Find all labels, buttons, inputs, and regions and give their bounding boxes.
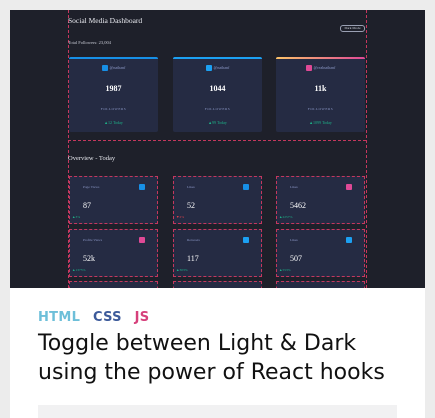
- stat-card: Likes 5462 ▲2257%: [276, 176, 365, 224]
- metric-label: Page Views: [83, 185, 100, 189]
- stat-card: Likes 52 ▼2%: [173, 176, 262, 224]
- card-headline[interactable]: Toggle between Light & Dark using the po…: [38, 329, 418, 387]
- dark-mode-toggle[interactable]: Dark Mode: [340, 25, 365, 32]
- metric-value: 5462: [290, 201, 306, 210]
- accent-stripe: [69, 57, 158, 59]
- stat-card: Likes 507 ▲553%: [276, 229, 365, 277]
- metric-label: Likes: [290, 185, 298, 189]
- guide-line: [366, 10, 367, 288]
- follower-card-instagram: @realnathanf 11k FOLLOWERS ▲1099 Today: [276, 57, 365, 132]
- dashboard-title: Social Media Dashboard: [68, 16, 143, 25]
- stat-card: Page Views 87 ▲3%: [69, 176, 158, 224]
- metric-value: 507: [290, 254, 302, 263]
- facebook-icon: [243, 184, 249, 190]
- accent-stripe: [276, 57, 365, 59]
- stat-card: [69, 281, 158, 288]
- percent-change: ▲1375%: [72, 268, 86, 272]
- metric-label: Likes: [290, 238, 298, 242]
- handle: @nathanf: [173, 65, 262, 72]
- follower-card-twitter: @nathanf 1044 FOLLOWERS ▲99 Today: [173, 57, 262, 132]
- overview-title: Overview - Today: [68, 155, 116, 162]
- metric-label: Retweets: [187, 238, 200, 242]
- tag-html[interactable]: HTML: [38, 310, 80, 325]
- metric-value: 117: [187, 254, 199, 263]
- percent-change: ▲3%: [72, 215, 81, 219]
- percent-change: ▲553%: [279, 268, 291, 272]
- metric-label: Profile Views: [83, 238, 103, 242]
- follower-card-facebook: @nathanf 1987 FOLLOWERS ▲12 Today: [69, 57, 158, 132]
- tag-css[interactable]: CSS: [93, 310, 122, 325]
- project-card[interactable]: Social Media Dashboard Total Followers: …: [10, 10, 425, 418]
- follower-count: 11k: [314, 84, 327, 93]
- followers-label: FOLLOWERS: [204, 107, 231, 111]
- today-delta: ▲99 Today: [208, 120, 227, 125]
- metric-value: 52: [187, 201, 195, 210]
- today-delta: ▲12 Today: [104, 120, 123, 125]
- stat-card: [276, 281, 365, 288]
- metric-label: Likes: [187, 185, 195, 189]
- accent-stripe: [173, 57, 262, 59]
- instagram-icon: [305, 65, 312, 72]
- instagram-icon: [346, 184, 352, 190]
- handle-text: @nathanf: [213, 65, 230, 70]
- handle: @nathanf: [69, 65, 158, 72]
- facebook-icon: [101, 65, 108, 72]
- metric-value: 52k: [83, 254, 95, 263]
- percent-change: ▲303%: [176, 268, 188, 272]
- percent-change: ▲2257%: [279, 215, 293, 219]
- handle-text: @nathanf: [109, 65, 126, 70]
- follower-count: 1987: [105, 84, 122, 93]
- instagram-icon: [139, 237, 145, 243]
- twitter-icon: [346, 237, 352, 243]
- today-delta: ▲1099 Today: [309, 120, 332, 125]
- stat-card: [173, 281, 262, 288]
- stat-card: Profile Views 52k ▲1375%: [69, 229, 158, 277]
- tag-js[interactable]: JS: [135, 310, 150, 325]
- twitter-icon: [205, 65, 212, 72]
- followers-label: FOLLOWERS: [307, 107, 334, 111]
- total-followers: Total Followers: 23,004: [68, 40, 112, 45]
- followers-label: FOLLOWERS: [100, 107, 127, 111]
- stat-card: Retweets 117 ▲303%: [173, 229, 262, 277]
- facebook-icon: [139, 184, 145, 190]
- card-footer: [38, 405, 397, 418]
- handle-text: @realnathanf: [313, 65, 336, 70]
- tech-tags: HTML CSS JS: [38, 310, 157, 325]
- follower-count: 1044: [209, 84, 226, 93]
- guide-line: [68, 140, 366, 141]
- percent-change: ▼2%: [176, 215, 185, 219]
- metric-value: 87: [83, 201, 91, 210]
- twitter-icon: [243, 237, 249, 243]
- dashboard-screenshot: Social Media Dashboard Total Followers: …: [10, 10, 425, 288]
- handle: @realnathanf: [276, 65, 365, 72]
